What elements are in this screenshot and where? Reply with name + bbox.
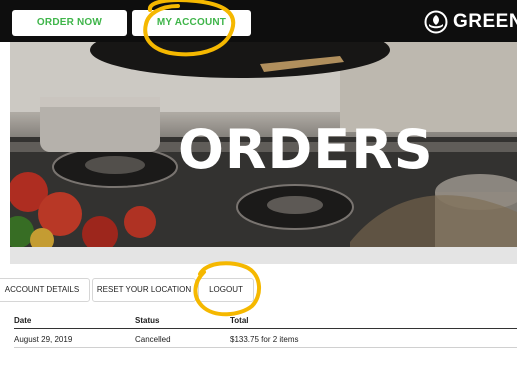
my-account-button[interactable]: MY ACCOUNT xyxy=(132,10,251,36)
order-total: $133.75 for 2 items xyxy=(230,335,299,344)
hero-banner: ORDERS xyxy=(10,42,517,247)
page-title: ORDERS xyxy=(178,118,434,181)
column-header-date: Date xyxy=(14,316,32,325)
column-header-status: Status xyxy=(135,316,160,325)
brand-logo[interactable]: GREEN xyxy=(424,8,517,36)
tab-reset-location[interactable]: RESET YOUR LOCATION xyxy=(92,278,196,302)
order-now-button[interactable]: ORDER NOW xyxy=(12,10,127,36)
logout-button[interactable]: LOGOUT xyxy=(198,278,254,302)
column-header-total: Total xyxy=(230,316,249,325)
table-header: Date Status Total xyxy=(14,314,517,329)
hero-bottom-strip xyxy=(10,247,517,264)
order-date: August 29, 2019 xyxy=(14,335,73,344)
order-status: Cancelled xyxy=(135,335,171,344)
leaf-hand-logo-icon xyxy=(424,10,448,34)
brand-name: GREEN xyxy=(453,11,517,32)
table-row[interactable]: August 29, 2019 Cancelled $133.75 for 2 … xyxy=(14,333,517,348)
tab-account-details[interactable]: ACCOUNT DETAILS xyxy=(0,278,90,302)
top-navigation-bar: ORDER NOW MY ACCOUNT GREEN xyxy=(0,0,517,42)
